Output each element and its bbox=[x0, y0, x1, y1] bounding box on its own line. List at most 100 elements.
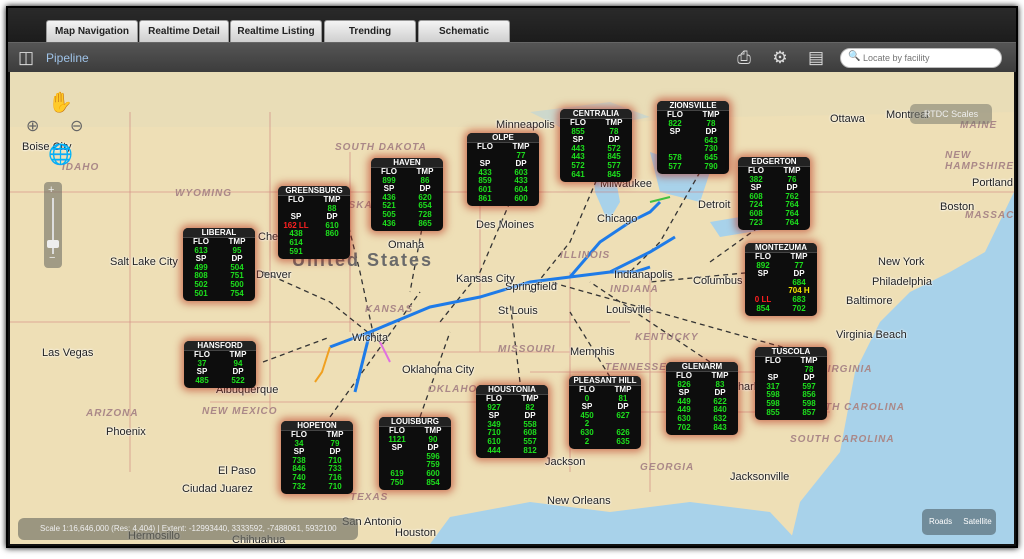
city-label: Philadelphia bbox=[872, 276, 932, 288]
facility-row: FLO TMP bbox=[569, 385, 641, 395]
scale-extent-readout: Scale 1:16,646,000 (Res: 4,404) | Extent… bbox=[18, 518, 358, 540]
locate-facility-search-input[interactable] bbox=[840, 48, 1002, 68]
reading-value bbox=[379, 453, 415, 462]
reading-value: 522 bbox=[231, 375, 245, 385]
print-icon[interactable]: ⎙ bbox=[734, 48, 754, 68]
facility-row: 77 bbox=[467, 151, 539, 161]
state-label: GEORGIA bbox=[640, 462, 695, 473]
facility-box[interactable]: HOPETON FLO TMP 34 79 SP DP 738 710 846 733 740 716 7… bbox=[281, 421, 353, 495]
reading-value: 857 bbox=[802, 407, 816, 417]
facility-row: 37 94 bbox=[184, 359, 256, 369]
reading-label: SP bbox=[391, 443, 403, 453]
facility-row: 501 754 bbox=[183, 288, 255, 299]
reading-label: SP bbox=[757, 269, 769, 279]
city-label: Ottawa bbox=[830, 113, 865, 125]
facility-row: 88 bbox=[278, 204, 350, 214]
facility-box[interactable]: TUSCOLA FLO TMP 78 SP DP 317 597 598 856 598 598 855… bbox=[755, 347, 827, 421]
city-label: Salt Lake City bbox=[110, 256, 178, 268]
facility-row: 723 764 bbox=[738, 217, 810, 228]
rtdc-scales-button[interactable]: RTDC Scales bbox=[910, 104, 992, 124]
facility-box[interactable]: EDGERTON FLO TMP 382 76 SP DP 608 762 724 764 608 76… bbox=[738, 157, 810, 231]
reading-value: 723 bbox=[749, 217, 763, 227]
zoom-slider-handle[interactable] bbox=[47, 240, 59, 248]
reading-value: 750 bbox=[390, 477, 404, 487]
map-book-icon[interactable]: ▤ bbox=[806, 48, 826, 68]
city-label: Springfield bbox=[505, 281, 557, 293]
reading-value: 865 bbox=[418, 218, 432, 228]
facility-box[interactable]: LOUISBURG FLO TMP 1121 90 SP DP 596 759 619 600 750… bbox=[379, 417, 451, 491]
facility-row: 2 635 bbox=[569, 436, 641, 447]
reading-value: 854 bbox=[756, 303, 770, 313]
page-title: Pipeline bbox=[46, 51, 89, 65]
facility-box[interactable]: MONTEZUMA FLO TMP 892 77 SP DP 684 704 H0 LL 683 8… bbox=[745, 243, 817, 317]
satellite-button[interactable]: Satellite bbox=[959, 509, 996, 535]
gear-icon[interactable]: ⚙ bbox=[770, 48, 790, 68]
facility-row: SP DP bbox=[379, 444, 451, 453]
facility-row: SP DP bbox=[657, 128, 729, 137]
facility-row: 444 812 bbox=[476, 445, 548, 456]
facility-row: 826 83 bbox=[666, 380, 738, 390]
state-label: TEXAS bbox=[350, 492, 389, 503]
reading-value: 812 bbox=[523, 445, 537, 455]
facility-box[interactable]: ZIONSVILLE FLO TMP 822 78 SP DP 643 730 578 645 577… bbox=[657, 101, 729, 175]
pan-hand-icon[interactable]: ✋ bbox=[48, 90, 73, 115]
reading-value: 843 bbox=[713, 422, 727, 432]
zoom-in-icon[interactable]: ⊕ bbox=[26, 116, 39, 136]
reading-value: 855 bbox=[766, 407, 780, 417]
city-label: Portland bbox=[972, 177, 1013, 189]
city-label: Oklahoma City bbox=[402, 364, 475, 376]
facility-box[interactable]: LIBERAL FLO TMP 613 95 SP DP 499 504 808 751 502 500… bbox=[183, 228, 255, 302]
tab-trending[interactable]: Trending bbox=[324, 20, 416, 42]
reading-value: 501 bbox=[194, 288, 208, 298]
reading-value bbox=[657, 137, 693, 146]
state-label: NEW MEXICO bbox=[202, 406, 278, 417]
facility-box[interactable]: GREENSBURG FLO TMP 88 SP DP 162 LL 610 438 860 614… bbox=[278, 186, 350, 260]
facility-row: FLO TMP bbox=[281, 430, 353, 440]
zoom-slider[interactable]: + − bbox=[44, 182, 62, 268]
facility-row: 0 81 bbox=[569, 394, 641, 404]
reading-label: FLO bbox=[765, 356, 781, 365]
reading-value: 710 bbox=[328, 481, 342, 491]
state-label: WYOMING bbox=[175, 188, 232, 199]
city-label: Memphis bbox=[570, 346, 615, 358]
reading-value: 600 bbox=[514, 193, 528, 203]
facility-box[interactable]: CENTRALIA FLO TMP 855 78 SP DP 443 572 443 845 572 5… bbox=[560, 109, 632, 183]
tab-bar: Map Navigation Realtime Detail Realtime … bbox=[8, 8, 1016, 42]
facility-box[interactable]: HAVEN FLO TMP 899 86 SP DP 436 620 521 654 505 728 43… bbox=[371, 158, 443, 232]
city-label: Columbus bbox=[693, 275, 743, 287]
facility-box[interactable]: OLPE FLO TMP 77 SP DP 433 603 859 433 601 604 861 600 bbox=[467, 133, 539, 207]
city-label: Jackson bbox=[545, 456, 586, 468]
facility-box[interactable]: PLEASANT HILL FLO TMP 0 81 SP DP 450 627 2 630 626 2… bbox=[569, 376, 641, 450]
tab-realtime-detail[interactable]: Realtime Detail bbox=[139, 20, 229, 42]
reading-value: 436 bbox=[382, 218, 396, 228]
facility-box[interactable]: GLENARM FLO TMP 826 83 SP DP 449 622 449 840 630 632… bbox=[666, 362, 738, 436]
tab-schematic[interactable]: Schematic bbox=[418, 20, 510, 42]
facility-row: 892 77 bbox=[745, 261, 817, 271]
reading-value: 702 bbox=[677, 422, 691, 432]
city-label: St Louis bbox=[498, 305, 538, 317]
state-label: ILLINOIS bbox=[560, 250, 611, 261]
state-label: ARIZONA bbox=[86, 408, 139, 419]
facility-row: 596 bbox=[379, 452, 451, 462]
facility-box[interactable]: HANSFORD FLO TMP 37 94 SP DP 485 522 bbox=[184, 341, 256, 389]
state-label: VIRGINIA bbox=[820, 364, 873, 375]
binoculars-icon[interactable]: ◫ bbox=[16, 48, 36, 68]
globe-icon[interactable]: 🌐 bbox=[48, 142, 73, 167]
reading-value: 627 bbox=[616, 410, 630, 420]
map-view[interactable]: Boise City Salt Lake City Las Vegas Phoenix… bbox=[10, 72, 1014, 544]
state-label: INDIANA bbox=[610, 284, 659, 295]
tab-realtime-listing[interactable]: Realtime Listing bbox=[230, 20, 322, 42]
facility-row: 485 522 bbox=[184, 375, 256, 386]
tab-map-navigation[interactable]: Map Navigation bbox=[46, 20, 138, 42]
city-label: Des Moines bbox=[476, 219, 535, 231]
reading-value: 2 bbox=[584, 436, 590, 446]
city-label: Las Vegas bbox=[42, 347, 94, 359]
zoom-out-icon[interactable]: ⊖ bbox=[70, 116, 83, 136]
facility-box[interactable]: HOUSTONIA FLO TMP 927 82 SP DP 349 558 710 608 610 5… bbox=[476, 385, 548, 459]
reading-value: 754 bbox=[230, 288, 244, 298]
roads-button[interactable]: Roads bbox=[922, 509, 959, 535]
state-label: KANSAS bbox=[365, 304, 414, 315]
reading-label: FLO bbox=[477, 142, 493, 151]
facility-row: FLO TMP bbox=[278, 195, 350, 205]
reading-value: 790 bbox=[704, 161, 718, 171]
